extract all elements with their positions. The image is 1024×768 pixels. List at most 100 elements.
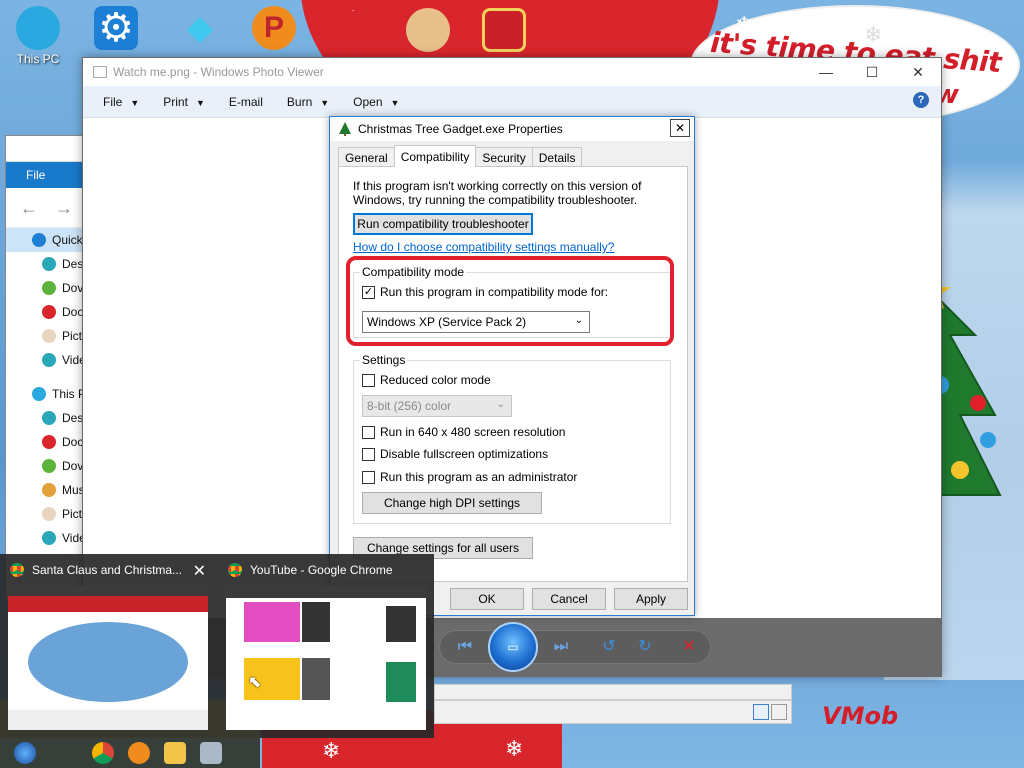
disable-fullscreen-label: Disable fullscreen optimizations	[380, 447, 549, 461]
dialog-tabs: General Compatibility Security Details	[338, 145, 583, 167]
desktop-icon-santa[interactable]	[398, 8, 458, 52]
desktop-icon-angry-birds[interactable]	[318, 10, 378, 54]
preview-santa-claus[interactable]: Santa Claus and Christma... ✕	[0, 554, 216, 738]
firefox-taskbar-icon[interactable]	[128, 742, 150, 764]
compatibility-tab-page: If this program isn't working correctly …	[338, 166, 688, 582]
nav-item[interactable]: Des	[6, 252, 94, 276]
res-640-checkbox[interactable]	[362, 425, 375, 439]
slideshow-button[interactable]: ▭	[488, 622, 538, 672]
menu-open[interactable]: Open ▼	[353, 95, 399, 109]
apply-button[interactable]: Apply	[614, 588, 688, 610]
settings-group: Settings Reduced color mode 8-bit (256) …	[353, 353, 671, 524]
explorer-taskbar-icon[interactable]	[164, 742, 186, 764]
tree-app-icon	[339, 122, 351, 136]
nav-item[interactable]: Doc	[6, 430, 94, 454]
desktop-icon-label: This PC	[16, 52, 60, 66]
rotate-clockwise-icon[interactable]: ↻	[633, 634, 657, 658]
nav-item[interactable]: Dov	[6, 454, 94, 478]
disable-fullscreen-row[interactable]: Disable fullscreen optimizations	[362, 447, 548, 461]
desktop-icon-settings[interactable]: ⚙	[86, 6, 146, 50]
run-admin-row[interactable]: Run this program as an administrator	[362, 470, 577, 484]
snowflake-icon: ❄	[760, 20, 779, 45]
tiles-view-icon[interactable]	[771, 704, 787, 720]
menu-print[interactable]: Print ▼	[163, 95, 205, 109]
desktop-icon-gift[interactable]	[474, 8, 534, 52]
help-link[interactable]: How do I choose compatibility settings m…	[353, 240, 614, 254]
viewer-title: Watch me.png - Windows Photo Viewer	[113, 65, 324, 79]
taskbar	[0, 738, 260, 768]
nav-item[interactable]: This P	[6, 382, 94, 406]
dialog-title: Christmas Tree Gadget.exe Properties	[358, 122, 563, 136]
snowflake-icon: ❄	[322, 738, 341, 763]
dialog-close-button[interactable]: ✕	[670, 119, 690, 137]
desktop-icon-gem[interactable]: ◆	[170, 6, 230, 50]
reduced-color-checkbox[interactable]	[362, 373, 375, 387]
nav-item[interactable]: Dov	[6, 276, 94, 300]
previous-icon[interactable]: ⏮	[453, 636, 477, 658]
explorer-titlebar	[6, 136, 94, 162]
preview-youtube[interactable]: YouTube - Google Chrome ⬉	[218, 554, 434, 738]
folder-icon	[42, 483, 56, 497]
nav-item-label: Pict	[62, 507, 83, 521]
help-icon[interactable]: ?	[913, 92, 929, 108]
res-640-row[interactable]: Run in 640 x 480 screen resolution	[362, 425, 565, 439]
horizontal-scrollbar[interactable]	[434, 684, 792, 700]
close-button[interactable]: ✕	[895, 58, 941, 86]
minimize-button[interactable]: —	[803, 58, 849, 86]
rotate-counterclockwise-icon[interactable]: ↺	[597, 634, 621, 658]
start-button-icon[interactable]	[14, 742, 36, 764]
diamond-icon: ◆	[186, 9, 214, 47]
chrome-taskbar-icon[interactable]	[92, 742, 114, 764]
tab-general[interactable]: General	[338, 147, 395, 167]
p-logo-icon: P	[252, 6, 296, 50]
next-icon[interactable]: ⏭	[549, 636, 573, 658]
menu-label: Print	[163, 94, 188, 109]
change-dpi-button[interactable]: Change high DPI settings	[362, 492, 542, 514]
forward-arrow-icon[interactable]: →	[55, 198, 73, 218]
intro-text: If this program isn't working correctly …	[353, 179, 642, 207]
nav-item[interactable]: Quick	[6, 228, 94, 252]
this-pc-icon	[16, 6, 60, 50]
dropdown-arrow-icon: ▼	[195, 97, 205, 108]
run-troubleshooter-button[interactable]: Run compatibility troubleshooter	[353, 213, 533, 235]
folder-icon	[42, 257, 56, 271]
photo-viewer-taskbar-icon[interactable]	[200, 742, 222, 764]
ok-button[interactable]: OK	[450, 588, 524, 610]
details-view-icon[interactable]	[753, 704, 769, 720]
color-depth-select: 8-bit (256) color ⌄	[362, 395, 512, 417]
delete-icon[interactable]: ✕	[677, 634, 701, 658]
folder-icon	[42, 507, 56, 521]
santa-icon	[406, 8, 450, 52]
folder-icon	[42, 281, 56, 295]
nav-item[interactable]: Vide	[6, 526, 94, 550]
nav-item[interactable]: Mus	[6, 478, 94, 502]
nav-item[interactable]: Pict	[6, 502, 94, 526]
nav-item[interactable]: Des	[6, 406, 94, 430]
preview-title-bar: YouTube - Google Chrome	[218, 554, 434, 586]
color-depth-value: 8-bit (256) color	[367, 399, 452, 413]
cancel-button[interactable]: Cancel	[532, 588, 606, 610]
properties-dialog[interactable]: Christmas Tree Gadget.exe Properties ✕ G…	[329, 116, 695, 616]
run-admin-checkbox[interactable]	[362, 470, 375, 484]
desktop-icon-p-game[interactable]: P	[244, 6, 304, 50]
tab-details[interactable]: Details	[531, 147, 583, 167]
menu-file[interactable]: File ▼	[103, 95, 139, 109]
tab-security[interactable]: Security	[475, 147, 533, 167]
menu-label: Open	[353, 94, 383, 109]
maximize-button[interactable]: ☐	[849, 58, 895, 86]
back-arrow-icon[interactable]: ←	[20, 198, 38, 218]
nav-item[interactable]: Pict	[6, 324, 94, 348]
nav-item[interactable]: Vide	[6, 348, 94, 372]
ribbon-file-tab[interactable]: File	[26, 168, 45, 182]
disable-fullscreen-checkbox[interactable]	[362, 447, 375, 461]
menu-burn[interactable]: Burn ▼	[287, 95, 329, 109]
chrome-icon	[10, 563, 24, 577]
tab-compatibility[interactable]: Compatibility	[393, 145, 477, 167]
taskbar-thumbnail-previews: Santa Claus and Christma... ✕ YouTube - …	[0, 554, 434, 738]
desktop-icon-this-pc[interactable]: This PC	[8, 6, 68, 66]
folder-icon	[42, 435, 56, 449]
nav-item[interactable]: Doc	[6, 300, 94, 324]
close-icon[interactable]: ✕	[193, 561, 206, 581]
reduced-color-row[interactable]: Reduced color mode	[362, 373, 491, 387]
menu-email[interactable]: E-mail	[229, 95, 263, 109]
